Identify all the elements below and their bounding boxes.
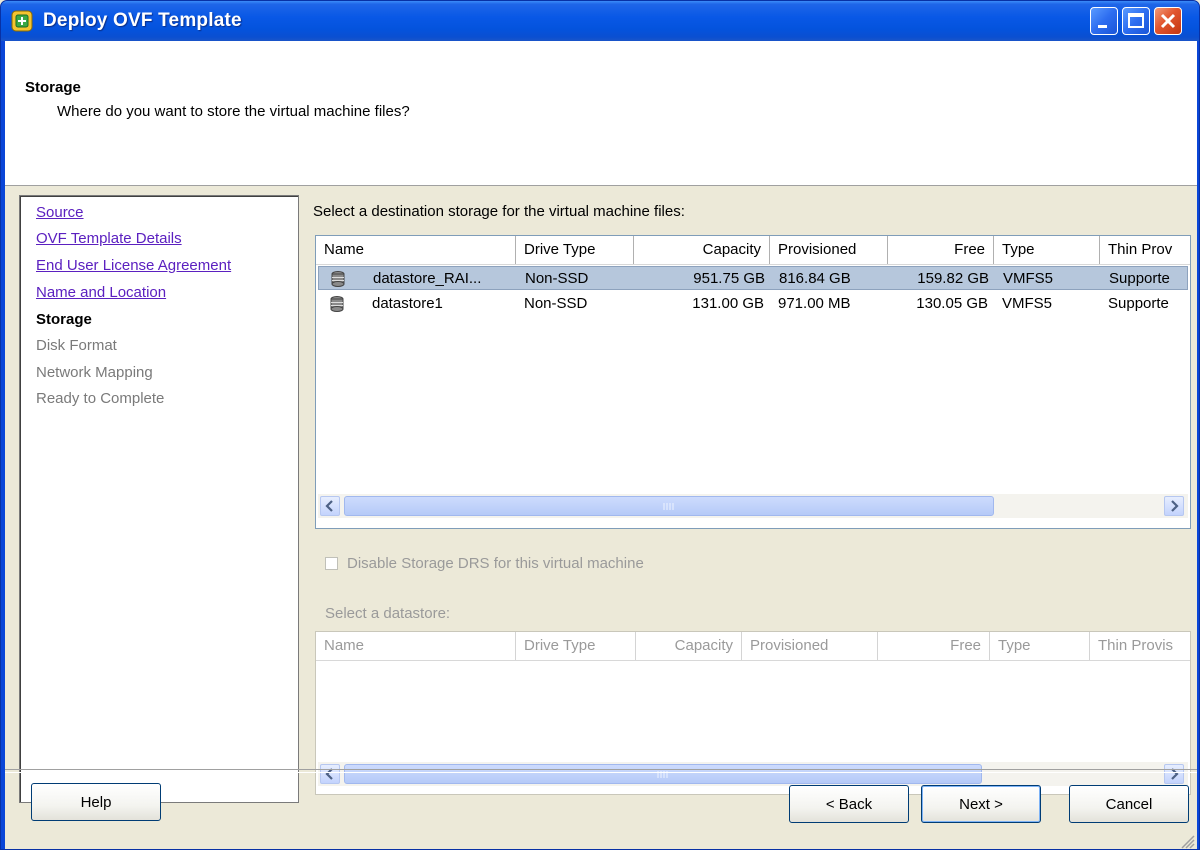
disable-drs-label: Disable Storage DRS for this virtual mac… — [347, 555, 644, 572]
scroll-left-button[interactable] — [320, 496, 340, 516]
cell-type: VMFS5 — [1003, 270, 1054, 287]
scroll-right-button[interactable] — [1164, 496, 1184, 516]
ds-col-header-free: Free — [878, 632, 990, 660]
deploy-ovf-window: Deploy OVF Template Storage Where do you… — [0, 0, 1200, 850]
resize-grip-icon[interactable] — [1179, 833, 1195, 849]
grip-icon — [657, 771, 668, 778]
chevron-left-icon — [325, 768, 333, 780]
cell-drive-type: Non-SSD — [525, 270, 589, 287]
back-button[interactable]: < Back — [789, 785, 909, 823]
ds-horizontal-scrollbar[interactable] — [318, 762, 1188, 786]
chevron-right-icon — [1171, 768, 1179, 780]
instruction-text: Select a destination storage for the vir… — [313, 203, 685, 220]
cell-provisioned: 971.00 MB — [778, 295, 851, 312]
ds-col-header-provisioned: Provisioned — [742, 632, 878, 660]
col-header-name[interactable]: Name — [316, 236, 516, 264]
close-button[interactable] — [1154, 7, 1182, 35]
cancel-button[interactable]: Cancel — [1069, 785, 1189, 823]
nav-step-ovf-template-details[interactable]: OVF Template Details — [36, 230, 182, 247]
cell-name: datastore_RAI... — [373, 270, 482, 287]
nav-step-ready-to-complete: Ready to Complete — [36, 390, 165, 407]
ds-scroll-right-button[interactable] — [1164, 764, 1184, 784]
grip-icon — [663, 503, 674, 510]
nav-step-name-location[interactable]: Name and Location — [36, 284, 166, 301]
col-header-provisioned[interactable]: Provisioned — [770, 236, 888, 264]
wizard-header: Storage Where do you want to store the v… — [5, 41, 1197, 186]
maximize-icon — [1128, 13, 1144, 28]
wizard-steps-nav: Source OVF Template Details End User Lic… — [19, 195, 299, 803]
database-icon — [330, 296, 344, 312]
col-header-type[interactable]: Type — [994, 236, 1100, 264]
chevron-left-icon — [325, 500, 333, 512]
next-button[interactable]: Next > — [921, 785, 1041, 823]
cell-provisioned: 816.84 GB — [779, 270, 851, 287]
table-row[interactable]: datastore_RAI... Non-SSD 951.75 GB 816.8… — [318, 266, 1188, 290]
cell-capacity: 951.75 GB — [693, 270, 765, 287]
disable-drs-checkbox — [325, 557, 338, 570]
step-title: Storage — [25, 79, 81, 96]
title-bar[interactable]: Deploy OVF Template — [1, 1, 1199, 41]
window-title: Deploy OVF Template — [43, 10, 242, 31]
dialog-client-area: Storage Where do you want to store the v… — [5, 41, 1197, 849]
minimize-icon — [1098, 25, 1107, 28]
maximize-button[interactable] — [1122, 7, 1150, 35]
ovf-template-icon — [11, 10, 33, 32]
ds-table-header: Name Drive Type Capacity Provisioned Fre… — [316, 632, 1190, 661]
table-row[interactable]: datastore1 Non-SSD 131.00 GB 971.00 MB 1… — [318, 292, 1188, 316]
footer-divider — [5, 769, 1197, 773]
help-button[interactable]: Help — [31, 783, 161, 821]
nav-step-network-mapping: Network Mapping — [36, 364, 153, 381]
cell-drive-type: Non-SSD — [524, 295, 588, 312]
horizontal-scrollbar[interactable] — [318, 494, 1188, 518]
ds-scroll-left-button[interactable] — [320, 764, 340, 784]
step-subtitle: Where do you want to store the virtual m… — [57, 103, 410, 120]
chevron-right-icon — [1171, 500, 1179, 512]
cell-free: 159.82 GB — [917, 270, 989, 287]
select-datastore-label: Select a datastore: — [325, 605, 451, 622]
nav-step-source[interactable]: Source — [36, 204, 84, 221]
nav-step-eula[interactable]: End User License Agreement — [36, 257, 231, 274]
close-icon — [1160, 13, 1176, 29]
nav-step-disk-format: Disk Format — [36, 337, 117, 354]
table-header: Name Drive Type Capacity Provisioned Fre… — [316, 236, 1190, 265]
nav-step-storage: Storage — [36, 311, 92, 328]
ds-scroll-thumb[interactable] — [344, 764, 982, 784]
database-icon — [331, 271, 345, 287]
cell-name: datastore1 — [372, 295, 443, 312]
ds-col-header-name: Name — [316, 632, 516, 660]
cell-type: VMFS5 — [1002, 295, 1053, 312]
ds-col-header-thin-provisioning: Thin Provis — [1098, 637, 1174, 654]
cell-capacity: 131.00 GB — [692, 295, 764, 312]
scroll-thumb[interactable] — [344, 496, 994, 516]
ds-col-header-capacity: Capacity — [636, 632, 742, 660]
storage-table: Name Drive Type Capacity Provisioned Fre… — [315, 235, 1191, 529]
col-header-drive-type[interactable]: Drive Type — [516, 236, 634, 264]
ds-col-header-drive-type: Drive Type — [516, 632, 636, 660]
cell-free: 130.05 GB — [916, 295, 988, 312]
col-header-capacity[interactable]: Capacity — [634, 236, 770, 264]
minimize-button[interactable] — [1090, 7, 1118, 35]
ds-col-header-type: Type — [990, 632, 1090, 660]
cell-thin-provisioning: Supporte — [1109, 270, 1170, 287]
col-header-free[interactable]: Free — [888, 236, 994, 264]
col-header-thin-provisioning[interactable]: Thin Prov — [1100, 236, 1190, 264]
cell-thin-provisioning: Supporte — [1108, 295, 1169, 312]
